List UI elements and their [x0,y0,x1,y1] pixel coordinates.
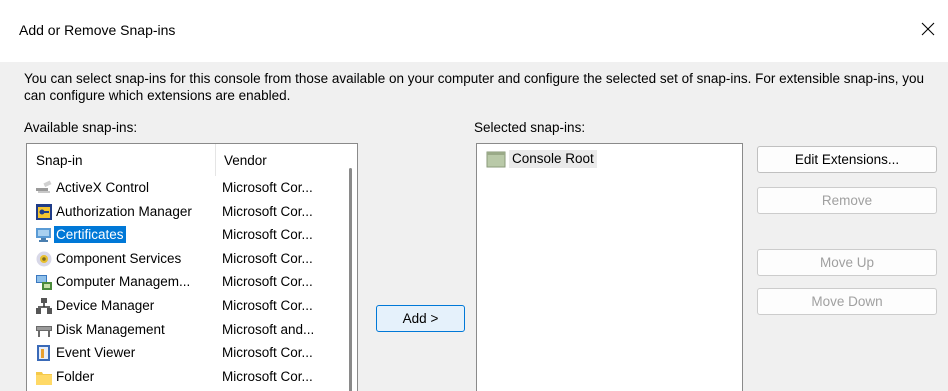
snapin-name: Computer Managem... [56,274,191,290]
available-snapins-label: Available snap-ins: [24,120,138,135]
column-header-vendor[interactable]: Vendor [224,153,267,168]
scrollbar-thumb[interactable] [349,168,352,391]
dialog-content: You can select snap-ins for this console… [0,62,948,391]
disk-management-icon [36,325,52,337]
snapin-name: Event Viewer [56,345,136,361]
snapin-name: Folder [56,368,95,384]
selected-snapin-name: Console Root [509,150,597,168]
list-item[interactable]: Disk Management Microsoft and... [27,318,344,342]
folder-icon [36,371,52,385]
snapin-name: ActiveX Control [56,180,150,195]
list-rows: ActiveX Control Microsoft Cor... Authori… [27,176,344,388]
title-bar: Add or Remove Snap-ins [0,0,948,62]
list-item[interactable]: ActiveX Control Microsoft Cor... [27,176,344,200]
move-down-button[interactable]: Move Down [757,288,937,315]
close-icon [921,22,935,36]
snapin-name: Device Manager [56,297,155,313]
add-remove-snapins-dialog: Add or Remove Snap-ins You can select sn… [0,0,948,391]
snapin-vendor: Microsoft Cor... [222,180,313,195]
list-item[interactable]: Device Manager Microsoft Cor... [27,294,344,318]
snapin-name: Component Services [56,250,182,266]
snapin-vendor: Microsoft Cor... [222,345,313,361]
available-snapins-list[interactable]: Snap-in Vendor ActiveX Control Microsoft… [26,143,358,391]
certificates-icon [36,228,51,243]
column-header-snapin[interactable]: Snap-in [36,153,83,168]
console-root-folder-icon [486,151,506,168]
list-item[interactable]: Event Viewer Microsoft Cor... [27,341,344,365]
description-text: You can select snap-ins for this console… [24,71,925,103]
snapin-name: Disk Management [56,321,165,337]
snapin-vendor: Microsoft Cor... [222,250,313,266]
event-viewer-icon [37,345,50,362]
snapin-vendor: Microsoft Cor... [222,368,313,384]
snapin-vendor: Microsoft Cor... [222,227,313,243]
add-button[interactable]: Add > [376,305,465,332]
remove-button[interactable]: Remove [757,187,937,214]
column-divider[interactable] [215,144,216,176]
list-item[interactable]: Certificates Microsoft Cor... [27,223,344,247]
list-item[interactable]: Authorization Manager Microsoft Cor... [27,200,344,224]
selected-snapins-list[interactable]: Console Root [476,143,743,391]
edit-extensions-button[interactable]: Edit Extensions... [757,146,937,173]
close-button[interactable] [908,12,948,46]
activex-control-icon [36,180,52,193]
computer-management-icon [36,275,52,291]
list-header: Snap-in Vendor [27,144,344,176]
component-services-icon [36,251,52,267]
snapin-vendor: Microsoft Cor... [222,203,313,219]
snapin-name: Certificates [54,226,126,244]
snapin-vendor: Microsoft Cor... [222,274,313,290]
snapin-vendor: Microsoft Cor... [222,297,313,313]
selected-snapins-label: Selected snap-ins: [474,120,586,135]
dialog-title: Add or Remove Snap-ins [19,22,176,38]
vertical-scrollbar[interactable] [341,144,357,391]
snapin-name: Authorization Manager [56,203,192,219]
list-item[interactable]: Component Services Microsoft Cor... [27,247,344,271]
move-up-button[interactable]: Move Up [757,249,937,276]
list-item[interactable]: Computer Managem... Microsoft Cor... [27,270,344,294]
authorization-manager-icon [36,203,52,220]
list-item[interactable]: Folder Microsoft Cor... [27,365,344,389]
device-manager-icon [36,297,52,314]
snapin-vendor: Microsoft and... [222,321,315,337]
